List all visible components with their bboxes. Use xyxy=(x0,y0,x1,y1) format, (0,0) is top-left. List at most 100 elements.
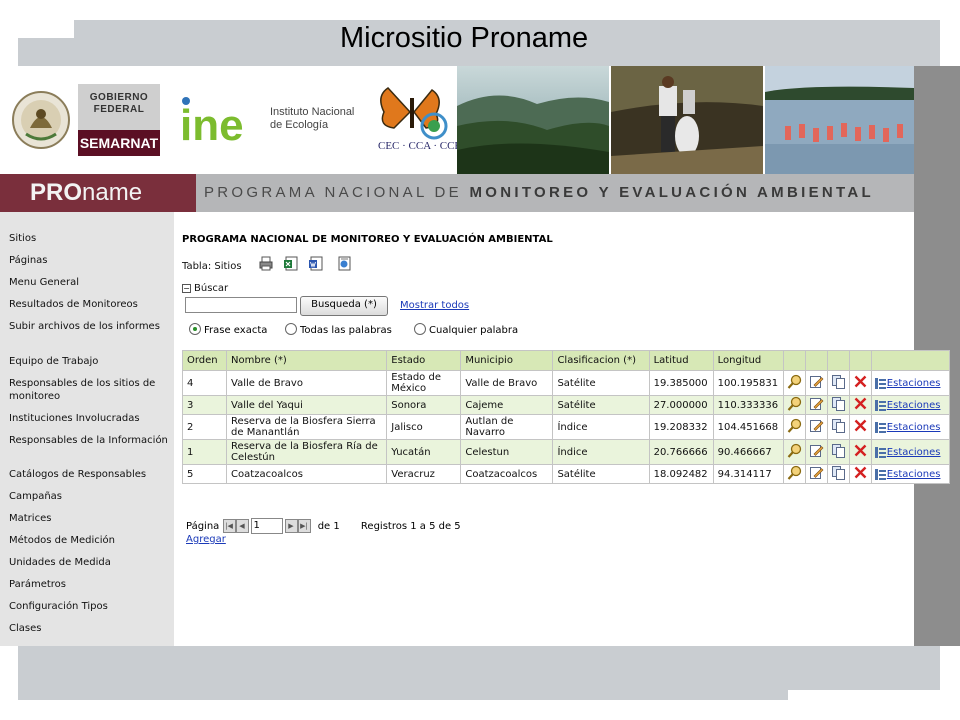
sidebar-item-parametros[interactable]: Parámetros xyxy=(9,578,169,591)
cell-estado: Yucatán xyxy=(386,439,462,465)
edit-icon[interactable] xyxy=(809,374,824,389)
collapse-icon[interactable]: − xyxy=(182,283,191,293)
cell-orden: 1 xyxy=(181,439,228,465)
table-row[interactable]: 2 Reserva de la Biosfera Sierra de Manant… xyxy=(181,414,951,440)
last-page-icon[interactable]: ▶| xyxy=(297,519,311,533)
estaciones-link[interactable]: Estaciones xyxy=(887,400,941,411)
delete-icon[interactable] xyxy=(853,396,868,411)
column-header-municipio[interactable]: Municipio xyxy=(460,350,554,371)
estaciones-link[interactable]: Estaciones xyxy=(887,447,941,458)
cell-action xyxy=(804,439,828,465)
table-row[interactable]: 3 Valle del Yaqui Sonora Cajeme Satélite 27.0… xyxy=(181,395,951,415)
prev-page-icon[interactable]: ◀ xyxy=(235,519,249,533)
cec-logo: CEC · CCA · CCE xyxy=(374,82,461,162)
sidebar-item-paginas[interactable]: Páginas xyxy=(9,254,169,267)
copy-icon[interactable] xyxy=(831,465,846,480)
people-collecting-photo xyxy=(611,66,763,174)
column-header-nombre[interactable]: Nombre (*) xyxy=(226,350,388,371)
table-row[interactable]: 4 Valle de Bravo Estado de México Valle de … xyxy=(181,370,951,396)
flamingos-lagoon-photo xyxy=(765,66,914,174)
cell-municipio: Cajeme xyxy=(460,395,554,415)
column-header-clasificacion[interactable]: Clasificacion (*) xyxy=(552,350,650,371)
sidebar-item-equipo[interactable]: Equipo de Trabajo xyxy=(9,355,169,368)
page-title: PROGRAMA NACIONAL DE MONITOREO Y EVALUAC… xyxy=(182,234,553,245)
estaciones-link[interactable]: Estaciones xyxy=(887,469,941,480)
cell-nombre: Valle del Yaqui xyxy=(226,395,388,415)
view-icon[interactable] xyxy=(787,465,802,480)
radio-button[interactable] xyxy=(285,323,297,335)
column-header-estado[interactable]: Estado xyxy=(386,350,462,371)
table-row[interactable]: 5 Coatzacoalcos Veracruz Coatzacoalcos Satél… xyxy=(181,464,951,484)
view-icon[interactable] xyxy=(787,374,802,389)
stations-tree-icon xyxy=(874,377,886,389)
show-all-link[interactable]: Mostrar todos xyxy=(400,300,469,311)
page-number-input[interactable]: 1 xyxy=(250,518,283,534)
radio-button-checked[interactable] xyxy=(189,323,201,335)
delete-icon[interactable] xyxy=(853,374,868,389)
cell-estado: Estado de México xyxy=(386,370,462,396)
next-page-icon[interactable]: ▶ xyxy=(284,519,298,533)
sidebar-item-instituciones[interactable]: Instituciones Involucradas xyxy=(9,412,169,425)
copy-icon[interactable] xyxy=(831,374,846,389)
copy-icon[interactable] xyxy=(831,443,846,458)
estaciones-link[interactable]: Estaciones xyxy=(887,378,941,389)
sidebar-item-resultados[interactable]: Resultados de Monitoreos xyxy=(9,298,169,311)
sidebar-item-sitios[interactable]: Sitios xyxy=(9,232,169,245)
sidebar-item-clases[interactable]: Clases xyxy=(9,622,169,635)
sidebar-item-unidades[interactable]: Unidades de Medida xyxy=(9,556,169,569)
sidebar-item-responsables-sitios[interactable]: Responsables de los sitios de monitoreo xyxy=(9,377,169,403)
radio-button[interactable] xyxy=(414,323,426,335)
cell-municipio: Valle de Bravo xyxy=(460,370,554,396)
cell-latitud: 19.385000 xyxy=(648,370,714,396)
sidebar-item-catalogos[interactable]: Catálogos de Responsables xyxy=(9,468,169,481)
word-export-icon[interactable] xyxy=(309,256,323,271)
radio-todas-palabras[interactable]: Todas las palabras xyxy=(285,323,392,336)
cell-action xyxy=(848,464,872,484)
copy-icon[interactable] xyxy=(831,418,846,433)
delete-icon[interactable] xyxy=(853,465,868,480)
search-input[interactable] xyxy=(185,297,297,313)
radio-cualquier-palabra[interactable]: Cualquier palabra xyxy=(414,323,518,336)
column-header-latitud[interactable]: Latitud xyxy=(648,350,714,371)
estaciones-link[interactable]: Estaciones xyxy=(887,422,941,433)
cell-action xyxy=(826,464,850,484)
table-row[interactable]: 1 Reserva de la Biosfera Ría de Celestún Y… xyxy=(181,439,951,465)
forest-mountains-photo xyxy=(457,66,609,174)
edit-icon[interactable] xyxy=(809,465,824,480)
delete-icon[interactable] xyxy=(853,443,868,458)
excel-export-icon[interactable] xyxy=(284,256,298,271)
cell-longitud: 104.451668 xyxy=(712,414,784,440)
radio-frase-exacta[interactable]: Frase exacta xyxy=(189,323,267,336)
edit-icon[interactable] xyxy=(809,443,824,458)
print-icon[interactable] xyxy=(259,256,273,271)
column-header-orden[interactable]: Orden xyxy=(181,350,228,371)
website-screenshot: GOBIERNO FEDERAL SEMARNAT ine Instituto … xyxy=(0,66,960,646)
view-icon[interactable] xyxy=(787,396,802,411)
xml-export-icon[interactable] xyxy=(337,256,351,271)
copy-icon[interactable] xyxy=(831,396,846,411)
sidebar-item-configuracion[interactable]: Configuración Tipos xyxy=(9,600,169,613)
view-icon[interactable] xyxy=(787,418,802,433)
cell-clasificacion: Satélite xyxy=(552,464,650,484)
stations-tree-icon xyxy=(874,468,886,480)
sidebar-item-menu-general[interactable]: Menu General xyxy=(9,276,169,289)
edit-icon[interactable] xyxy=(809,418,824,433)
sidebar-item-subir-archivos[interactable]: Subir archivos de los informes xyxy=(9,320,169,333)
first-page-icon[interactable]: |◀ xyxy=(222,519,236,533)
sidebar-item-campanas[interactable]: Campañas xyxy=(9,490,169,503)
view-icon[interactable] xyxy=(787,443,802,458)
buscar-label: Búscar xyxy=(194,283,229,294)
buscar-toggle-row[interactable]: − Búscar xyxy=(182,283,228,294)
sidebar-item-metodos[interactable]: Métodos de Medición xyxy=(9,534,169,547)
delete-icon[interactable] xyxy=(853,418,868,433)
cell-estaciones: Estaciones xyxy=(870,414,951,440)
add-link[interactable]: Agregar xyxy=(186,534,226,545)
records-label: Registros 1 a 5 de 5 xyxy=(360,521,461,532)
search-button[interactable]: Busqueda (*) xyxy=(300,296,388,316)
table-body: 4 Valle de Bravo Estado de México Valle de … xyxy=(181,370,951,484)
sidebar-item-responsables-informacion[interactable]: Responsables de la Información xyxy=(9,434,169,447)
sidebar-item-matrices[interactable]: Matrices xyxy=(9,512,169,525)
radio-label: Cualquier palabra xyxy=(429,325,519,336)
column-header-longitud[interactable]: Longitud xyxy=(712,350,784,371)
edit-icon[interactable] xyxy=(809,396,824,411)
